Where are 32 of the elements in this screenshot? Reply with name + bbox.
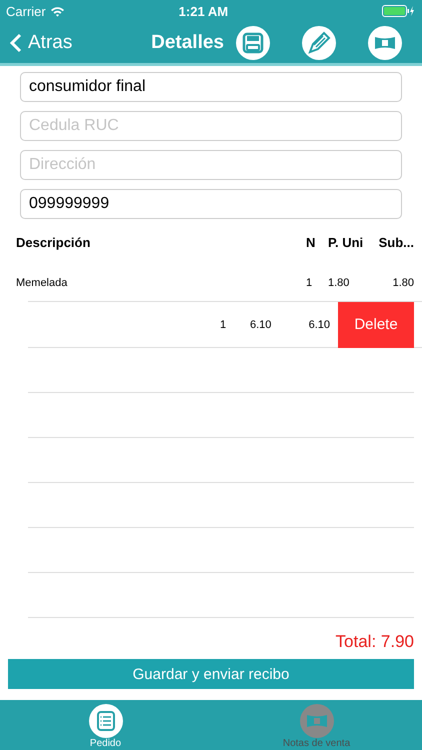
column-header: Descripción <box>16 234 92 250</box>
table-cell-text: 6.10 <box>308 318 330 330</box>
input-field[interactable]: consumidor final <box>20 72 402 102</box>
delete-button[interactable]: Delete <box>338 302 414 348</box>
battery-icon <box>382 5 416 17</box>
table-cell-text: 1.80 <box>328 277 350 289</box>
total-label: Total: 7.90 <box>334 631 415 652</box>
back-button[interactable]: Atras <box>10 32 72 54</box>
nav-title: Detalles <box>151 32 224 54</box>
tab[interactable]: Notas de venta <box>211 700 422 750</box>
table-cell-text: 1 <box>220 318 228 330</box>
table-cell-text: 1.80 <box>392 277 414 289</box>
table-cell-text: 1 <box>306 277 314 289</box>
wifi-icon <box>50 6 65 16</box>
input-field[interactable]: 099999999 <box>20 189 402 219</box>
carrier-label: Carrier <box>6 4 46 18</box>
table-cell-text: Memelada <box>16 277 68 289</box>
column-header: Sub... <box>378 234 414 250</box>
column-header: N <box>306 234 316 250</box>
input-field[interactable]: Cedula RUC <box>20 111 402 141</box>
list-icon <box>88 704 122 738</box>
save-icon[interactable] <box>236 26 270 60</box>
banknote-icon[interactable] <box>368 26 402 60</box>
banknote-icon <box>300 704 334 738</box>
save-button[interactable]: Guardar y enviar recibo <box>8 659 414 689</box>
tab[interactable]: Pedido <box>0 700 211 750</box>
table-cell-text: 6.10 <box>250 318 272 330</box>
input-field[interactable]: Dirección <box>20 150 402 180</box>
pencil-icon[interactable] <box>302 26 336 60</box>
column-header: P. Uni <box>328 234 364 250</box>
chevron-left-icon <box>10 32 22 52</box>
status-time: 1:21 AM <box>178 4 230 18</box>
